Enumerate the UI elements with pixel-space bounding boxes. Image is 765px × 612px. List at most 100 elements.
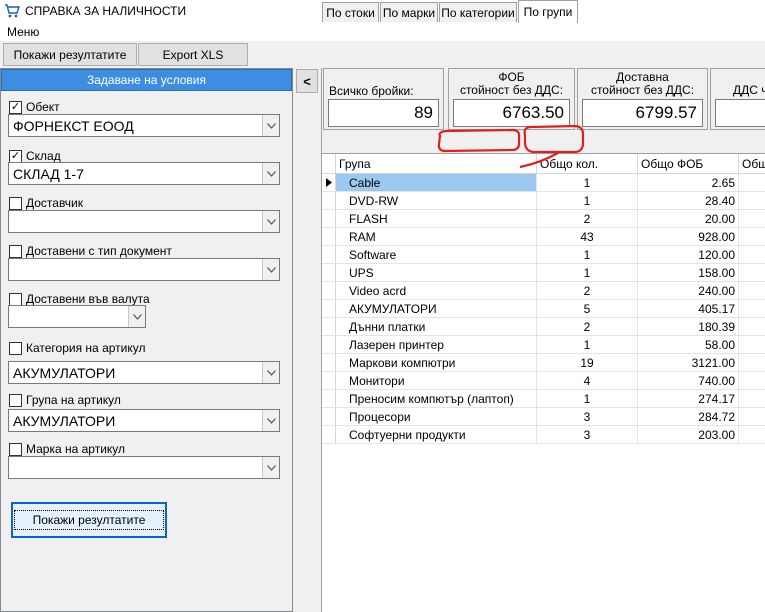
row-header[interactable] bbox=[322, 318, 336, 336]
table-row[interactable]: FLASH 2 20.00 bbox=[322, 210, 765, 228]
cell-total[interactable] bbox=[739, 426, 765, 444]
chevron-down-icon[interactable] bbox=[262, 211, 279, 232]
cell-qty[interactable]: 1 bbox=[537, 246, 638, 264]
group-checkbox[interactable] bbox=[9, 393, 22, 407]
cell-fob[interactable]: 284.72 bbox=[638, 408, 739, 426]
cell-fob[interactable]: 3121.00 bbox=[638, 354, 739, 372]
cell-fob[interactable]: 740.00 bbox=[638, 372, 739, 390]
table-row[interactable]: Cable 1 2.65 bbox=[322, 174, 765, 192]
row-header[interactable] bbox=[322, 426, 336, 444]
cell-group[interactable]: UPS bbox=[336, 264, 537, 282]
cell-qty[interactable]: 2 bbox=[537, 318, 638, 336]
brand-select[interactable] bbox=[8, 456, 280, 479]
table-row[interactable]: UPS 1 158.00 bbox=[322, 264, 765, 282]
panel-splitter[interactable] bbox=[293, 68, 319, 612]
row-header[interactable] bbox=[322, 264, 336, 282]
warehouse-checkbox[interactable]: ✓ bbox=[9, 149, 22, 163]
cell-qty[interactable]: 1 bbox=[537, 336, 638, 354]
row-header[interactable] bbox=[322, 372, 336, 390]
doc-type-select[interactable] bbox=[8, 258, 280, 281]
row-header[interactable] bbox=[322, 210, 336, 228]
chevron-down-icon[interactable] bbox=[262, 410, 279, 431]
category-select[interactable]: АКУМУЛАТОРИ bbox=[8, 361, 280, 384]
cell-group[interactable]: Software bbox=[336, 246, 537, 264]
cell-qty[interactable]: 19 bbox=[537, 354, 638, 372]
currency-select[interactable] bbox=[8, 305, 146, 328]
cell-total[interactable] bbox=[739, 192, 765, 210]
object-checkbox[interactable]: ✓ bbox=[9, 100, 22, 114]
cell-fob[interactable]: 180.39 bbox=[638, 318, 739, 336]
cell-group[interactable]: Преносим компютър (лаптоп) bbox=[336, 390, 537, 408]
column-header-fob[interactable]: Общо ФОБ bbox=[638, 154, 739, 174]
cell-qty[interactable]: 3 bbox=[537, 408, 638, 426]
chevron-down-icon[interactable] bbox=[262, 163, 279, 184]
table-row[interactable]: Маркови компютри 19 3121.00 bbox=[322, 354, 765, 372]
cell-qty[interactable]: 2 bbox=[537, 210, 638, 228]
cell-qty[interactable]: 3 bbox=[537, 426, 638, 444]
column-header-qty[interactable]: Общо кол. bbox=[537, 154, 638, 174]
show-results-button[interactable]: Покажи резултатите bbox=[11, 502, 167, 538]
chevron-down-icon[interactable] bbox=[262, 115, 279, 136]
cell-group[interactable]: DVD-RW bbox=[336, 192, 537, 210]
table-row[interactable]: DVD-RW 1 28.40 bbox=[322, 192, 765, 210]
table-row[interactable]: Софтуерни продукти 3 203.00 bbox=[322, 426, 765, 444]
cell-group[interactable]: Монитори bbox=[336, 372, 537, 390]
cell-qty[interactable]: 5 bbox=[537, 300, 638, 318]
cell-qty[interactable]: 1 bbox=[537, 264, 638, 282]
chevron-down-icon[interactable] bbox=[262, 259, 279, 280]
cell-group[interactable]: Cable bbox=[336, 174, 537, 192]
cell-total[interactable] bbox=[739, 282, 765, 300]
table-row[interactable]: Монитори 4 740.00 bbox=[322, 372, 765, 390]
table-row[interactable]: Лазерен принтер 1 58.00 bbox=[322, 336, 765, 354]
category-checkbox[interactable] bbox=[9, 341, 22, 355]
table-row[interactable]: Процесори 3 284.72 bbox=[322, 408, 765, 426]
cell-total[interactable] bbox=[739, 300, 765, 318]
tab-by-groups[interactable]: По групи bbox=[518, 0, 578, 23]
cell-fob[interactable]: 120.00 bbox=[638, 246, 739, 264]
column-header-group[interactable]: Група bbox=[336, 154, 537, 174]
row-header[interactable] bbox=[322, 390, 336, 408]
cell-total[interactable] bbox=[739, 318, 765, 336]
cell-group[interactable]: Video acrd bbox=[336, 282, 537, 300]
cell-group[interactable]: Дънни платки bbox=[336, 318, 537, 336]
cell-fob[interactable]: 28.40 bbox=[638, 192, 739, 210]
current-row-icon[interactable] bbox=[322, 174, 336, 192]
row-header[interactable] bbox=[322, 246, 336, 264]
column-header-total[interactable]: Общ bbox=[739, 154, 765, 174]
row-header[interactable] bbox=[322, 300, 336, 318]
chevron-down-icon[interactable] bbox=[262, 457, 279, 478]
cell-total[interactable] bbox=[739, 246, 765, 264]
cell-group[interactable]: АКУМУЛАТОРИ bbox=[336, 300, 537, 318]
tab-by-categories[interactable]: По категории bbox=[439, 2, 517, 22]
menu-item-menu[interactable]: Меню bbox=[7, 25, 39, 39]
cell-total[interactable] bbox=[739, 372, 765, 390]
cell-total[interactable] bbox=[739, 174, 765, 192]
table-row[interactable]: Video acrd 2 240.00 bbox=[322, 282, 765, 300]
doc-type-checkbox[interactable] bbox=[9, 244, 22, 258]
cell-total[interactable] bbox=[739, 390, 765, 408]
cell-fob[interactable]: 158.00 bbox=[638, 264, 739, 282]
row-header[interactable] bbox=[322, 282, 336, 300]
table-row[interactable]: RAM 43 928.00 bbox=[322, 228, 765, 246]
cell-group[interactable]: RAM bbox=[336, 228, 537, 246]
row-header[interactable] bbox=[322, 354, 336, 372]
chevron-down-icon[interactable] bbox=[262, 362, 279, 383]
cell-total[interactable] bbox=[739, 264, 765, 282]
cell-qty[interactable]: 2 bbox=[537, 282, 638, 300]
cell-qty[interactable]: 43 bbox=[537, 228, 638, 246]
cell-fob[interactable]: 928.00 bbox=[638, 228, 739, 246]
table-row[interactable]: Преносим компютър (лаптоп) 1 274.17 bbox=[322, 390, 765, 408]
row-header[interactable] bbox=[322, 408, 336, 426]
currency-checkbox[interactable] bbox=[9, 292, 22, 306]
cell-total[interactable] bbox=[739, 228, 765, 246]
cell-group[interactable]: FLASH bbox=[336, 210, 537, 228]
cell-total[interactable] bbox=[739, 336, 765, 354]
cell-qty[interactable]: 1 bbox=[537, 192, 638, 210]
cell-fob[interactable]: 2.65 bbox=[638, 174, 739, 192]
cell-group[interactable]: Софтуерни продукти bbox=[336, 426, 537, 444]
tab-by-items[interactable]: По стоки bbox=[322, 2, 379, 22]
cell-total[interactable] bbox=[739, 210, 765, 228]
cell-group[interactable]: Маркови компютри bbox=[336, 354, 537, 372]
cell-qty[interactable]: 1 bbox=[537, 174, 638, 192]
cell-fob[interactable]: 405.17 bbox=[638, 300, 739, 318]
